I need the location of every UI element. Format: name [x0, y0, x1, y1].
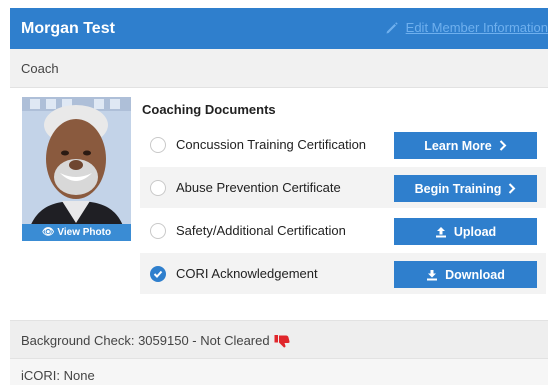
abuse-prevention-checkbox[interactable] [150, 180, 166, 196]
document-label: CORI Acknowledgement [176, 266, 318, 281]
upload-icon [435, 226, 446, 237]
chevron-right-icon [499, 140, 507, 151]
edit-member-label[interactable]: Edit Member Information [406, 20, 548, 35]
eye-icon: 👁 [41, 227, 55, 238]
upload-button[interactable]: Upload [394, 218, 537, 245]
member-photo[interactable]: 👁 View Photo [22, 97, 131, 241]
view-photo-button[interactable]: 👁 View Photo [22, 224, 131, 241]
role-row: Coach [10, 49, 548, 88]
download-button[interactable]: Download [394, 261, 537, 288]
document-label: Abuse Prevention Certificate [176, 180, 341, 195]
concussion-checkbox[interactable] [150, 137, 166, 153]
member-header: Morgan Test Edit Member Information [10, 8, 548, 49]
document-row-abuse-prevention: Abuse Prevention Certificate Begin Train… [140, 167, 546, 208]
document-row-cori: CORI Acknowledgement Download [140, 253, 546, 294]
document-label: Safety/Additional Certification [176, 223, 346, 238]
document-row-concussion: Concussion Training Certification Learn … [140, 124, 546, 165]
cori-checkbox[interactable] [150, 266, 166, 282]
icori-status: iCORI: None [21, 368, 95, 383]
begin-training-label[interactable]: Begin Training [415, 182, 502, 196]
background-check-wrap: Background Check: 3059150 - Not Cleared [21, 333, 290, 348]
learn-more-button[interactable]: Learn More [394, 132, 537, 159]
edit-member-link[interactable]: Edit Member Information [385, 20, 548, 35]
upload-label[interactable]: Upload [454, 225, 496, 239]
document-row-safety: Safety/Additional Certification Upload [140, 210, 546, 251]
member-role: Coach [21, 61, 59, 76]
download-label[interactable]: Download [445, 268, 505, 282]
document-label: Concussion Training Certification [176, 137, 367, 152]
coaching-documents-title: Coaching Documents [142, 102, 276, 117]
background-check-status: Background Check: 3059150 - Not Cleared [21, 333, 270, 348]
background-check-row: Background Check: 3059150 - Not Cleared [10, 320, 548, 359]
learn-more-label[interactable]: Learn More [424, 139, 491, 153]
member-name: Morgan Test [21, 20, 115, 37]
member-card: Morgan Test Edit Member Information Coac… [10, 8, 548, 385]
safety-checkbox[interactable] [150, 223, 166, 239]
view-photo-label[interactable]: View Photo [57, 227, 111, 238]
chevron-right-icon [509, 183, 516, 194]
begin-training-button[interactable]: Begin Training [394, 175, 537, 202]
check-icon [153, 270, 163, 278]
pencil-icon [386, 21, 398, 33]
portrait-image [22, 97, 131, 241]
thumbs-down-icon [274, 334, 290, 347]
download-icon [427, 269, 438, 280]
icori-row: iCORI: None [10, 359, 548, 385]
